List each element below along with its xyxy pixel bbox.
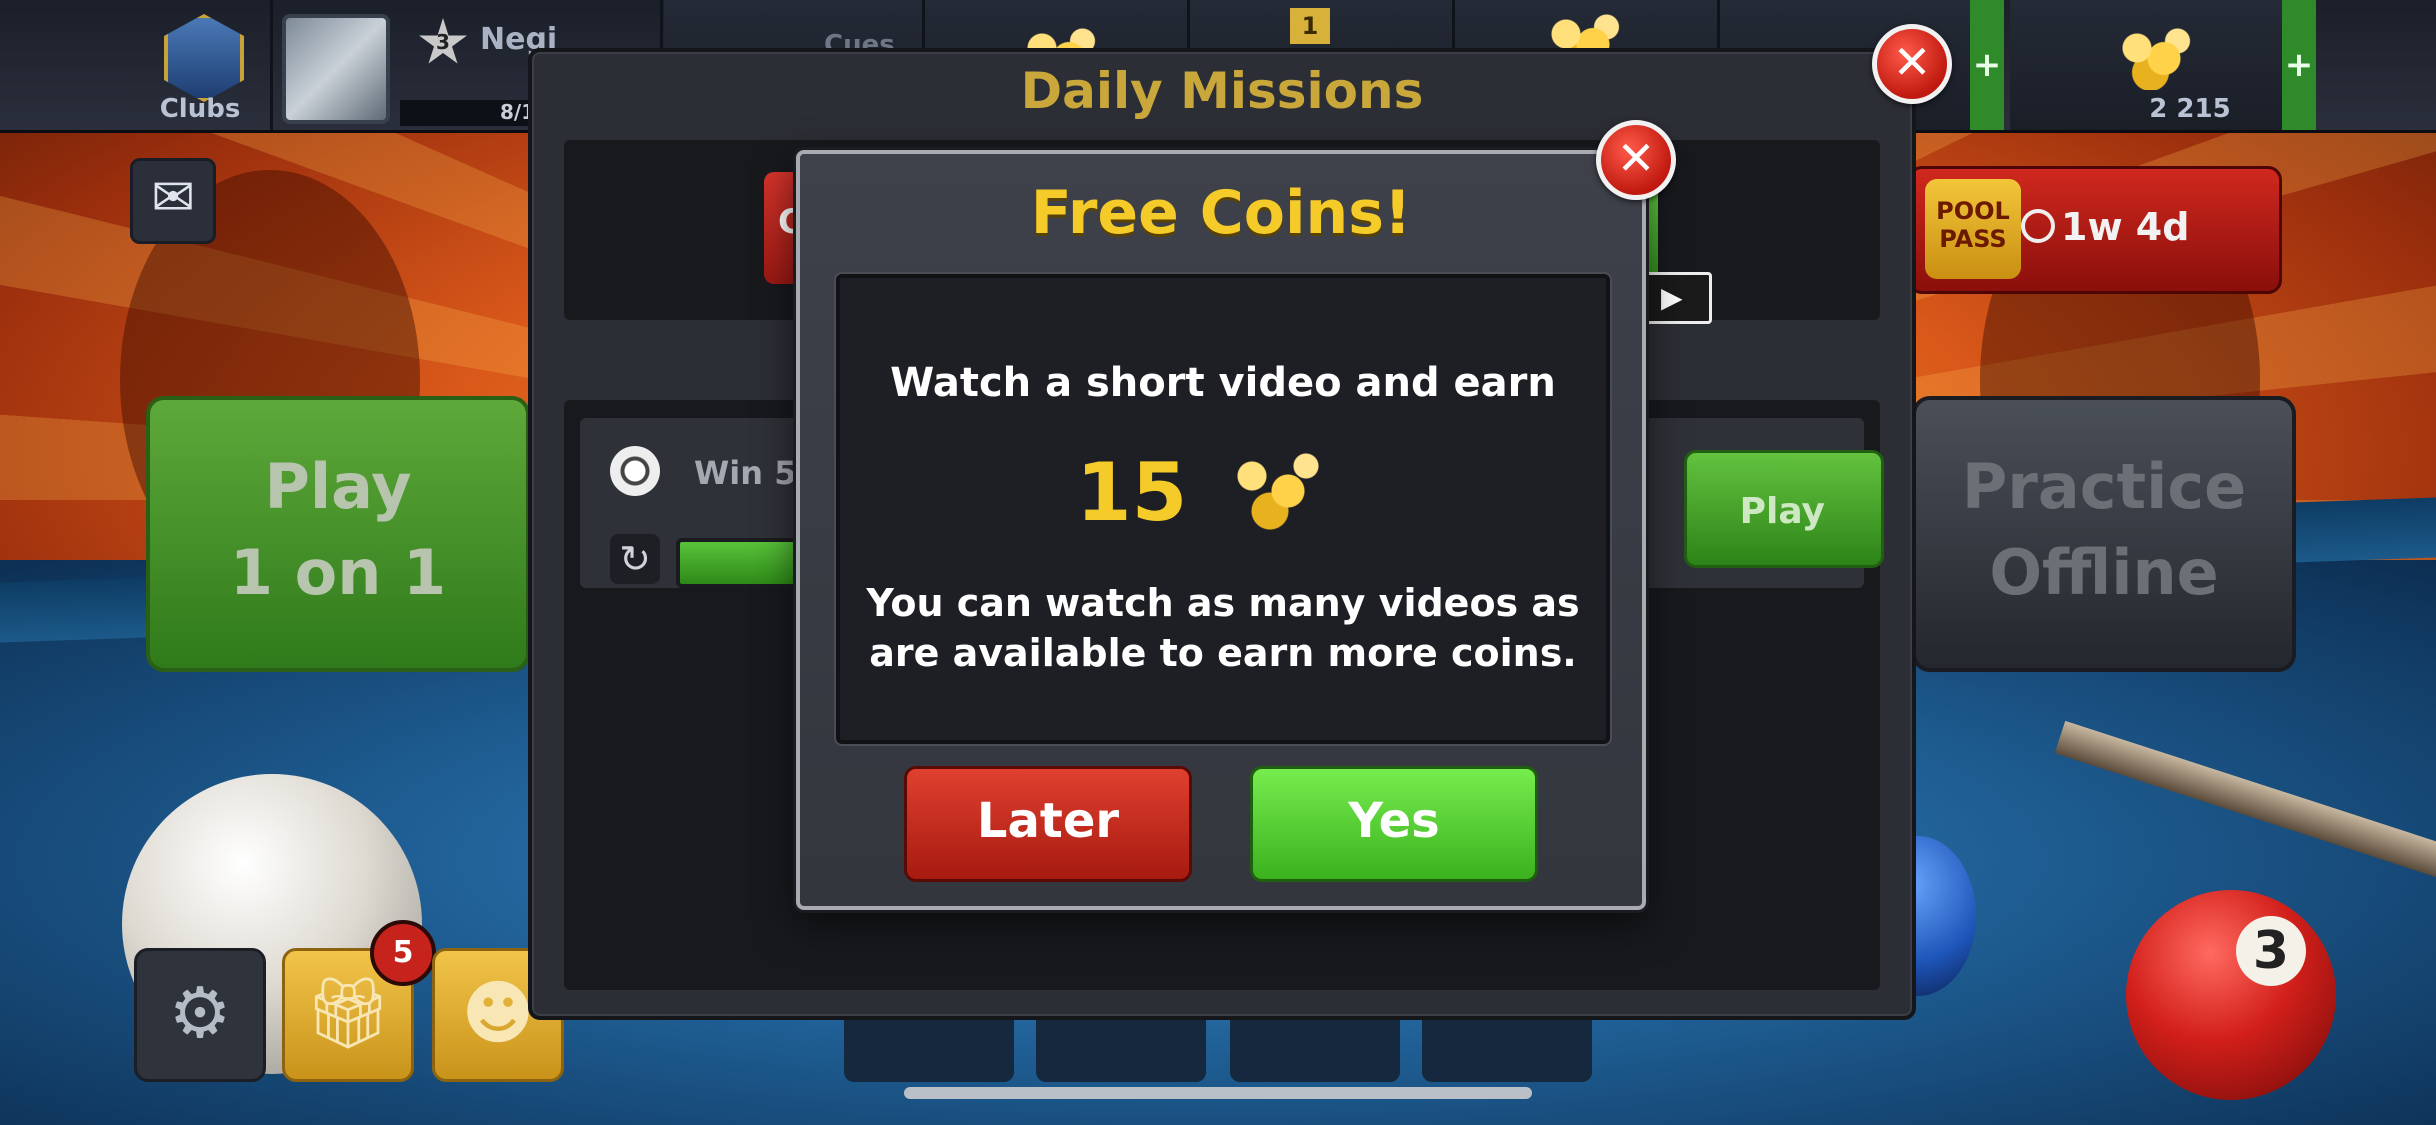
video-icon: ▶	[1636, 272, 1712, 324]
clock-icon	[2021, 209, 2055, 243]
mail-button[interactable]: ✉	[130, 158, 216, 244]
pool-pass-timer: 1w 4d	[2061, 205, 2190, 249]
yes-button[interactable]: Yes	[1250, 766, 1538, 882]
close-icon: ✕	[1616, 131, 1656, 185]
gear-icon: ⚙	[168, 972, 232, 1054]
coin-amount: 15	[1076, 446, 1188, 539]
free-coins-dialog: Free Coins! Watch a short video and earn…	[796, 150, 1646, 910]
gift-icon: 🎁︎	[303, 972, 393, 1054]
ball-3: 3	[2126, 890, 2336, 1100]
settings-button[interactable]: ⚙	[134, 948, 266, 1082]
add-cash-button[interactable]: +	[1970, 0, 2004, 130]
avatar[interactable]	[282, 14, 390, 124]
refresh-icon[interactable]: ↻	[610, 534, 660, 584]
free-coins-body: You can watch as many videos as are avai…	[840, 578, 1606, 678]
clubs-button[interactable]: Clubs	[130, 0, 273, 130]
player-level: 3	[436, 30, 450, 54]
free-coins-title: Free Coins!	[1030, 178, 1412, 248]
daily-missions-close-button[interactable]: ✕	[1872, 24, 1952, 104]
close-icon: ✕	[1892, 35, 1932, 89]
practice-offline-label: Practice Offline	[1916, 444, 2292, 616]
add-coins-button[interactable]: +	[2282, 0, 2316, 130]
pool-pass-banner[interactable]: POOL PASS 1w 4d	[1908, 166, 2282, 294]
gift-count-badge: 5	[370, 920, 436, 986]
practice-label-line2: Offline	[1989, 536, 2219, 609]
play-label-line2: 1 on 1	[229, 536, 447, 609]
ball-number: 3	[2236, 916, 2306, 986]
eight-ball-icon	[610, 446, 660, 496]
coin-stack-icon	[1216, 436, 1336, 536]
coin-stack-icon	[2110, 20, 2200, 90]
play-1on1-tile[interactable]: Play 1 on 1	[146, 396, 530, 672]
clubs-label: Clubs	[159, 94, 241, 124]
play-label-line1: Play	[264, 450, 412, 523]
free-coins-body-line1: You can watch as many videos as	[866, 581, 1580, 625]
clubs-icon	[164, 14, 244, 102]
pool-pass-logo: POOL PASS	[1925, 179, 2021, 279]
free-coins-close-button[interactable]: ✕	[1596, 120, 1676, 200]
free-coins-body-line2: are available to earn more coins.	[869, 631, 1577, 675]
daily-missions-title: Daily Missions	[1020, 62, 1424, 120]
practice-offline-tile[interactable]: Practice Offline	[1912, 396, 2296, 672]
practice-label-line1: Practice	[1961, 450, 2247, 523]
play-1on1-label: Play 1 on 1	[150, 444, 526, 616]
later-button[interactable]: Later	[904, 766, 1192, 882]
free-coins-content: Watch a short video and earn 15 You can …	[836, 274, 1610, 744]
mail-icon: ✉	[151, 168, 195, 228]
coins-value: 2 215	[2149, 94, 2231, 124]
free-coins-line1: Watch a short video and earn	[890, 360, 1556, 406]
home-indicator[interactable]	[904, 1087, 1532, 1099]
rank-number: 1	[1290, 8, 1330, 44]
mission-play-button[interactable]: Play	[1684, 450, 1884, 568]
